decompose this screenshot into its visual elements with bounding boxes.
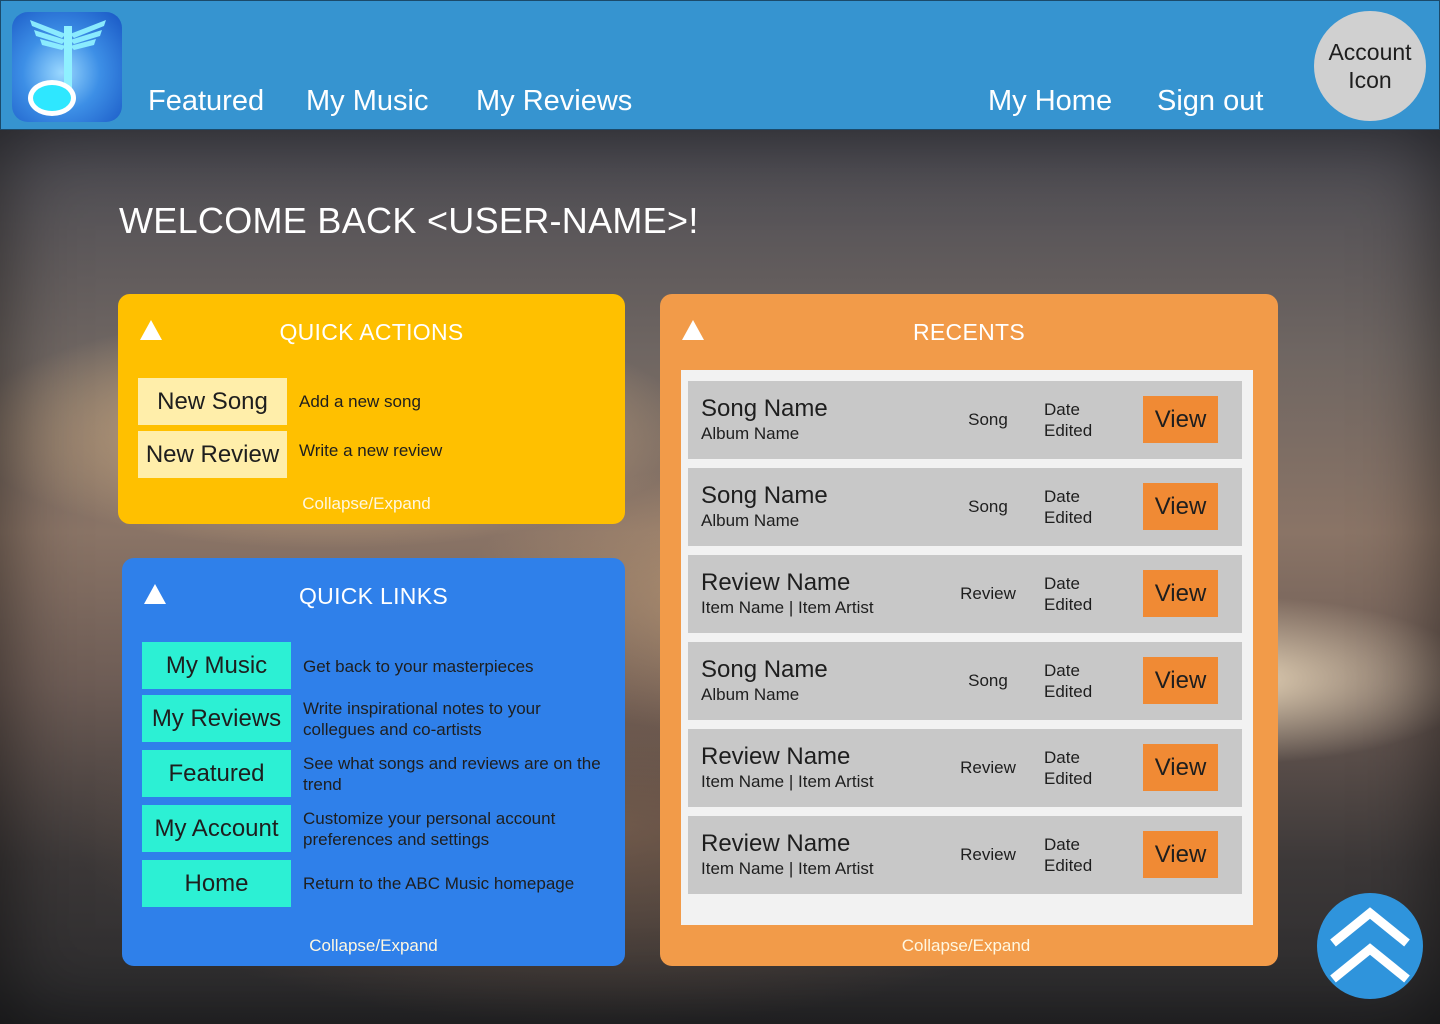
recent-item: Song Name Album Name Song Date Edited Vi… bbox=[688, 642, 1242, 720]
nav-my-home[interactable]: My Home bbox=[988, 85, 1112, 118]
new-review-description: Write a new review bbox=[299, 441, 443, 460]
quick-link-description: See what songs and reviews are on the tr… bbox=[303, 754, 601, 794]
recent-item-date: Date Edited bbox=[1044, 487, 1093, 527]
quick-link-my-reviews[interactable]: My Reviews bbox=[142, 695, 291, 742]
quick-link-description: Write inspirational notes to your colleg… bbox=[303, 699, 541, 739]
quick-link-description: Return to the ABC Music homepage bbox=[303, 874, 575, 893]
recent-item-title: Song Name bbox=[701, 395, 828, 422]
recent-item-type: Song bbox=[968, 671, 1008, 690]
recent-item-title: Review Name bbox=[701, 830, 851, 857]
quick-link-description: Get back to your masterpieces bbox=[303, 657, 534, 676]
quick-actions-title: QUICK ACTIONS bbox=[279, 319, 464, 345]
recents-list: Song Name Album Name Song Date Edited Vi… bbox=[681, 370, 1253, 925]
recent-item-subtitle: Album Name bbox=[701, 685, 800, 704]
recent-item-title: Review Name bbox=[701, 569, 851, 596]
quick-link-my-account[interactable]: My Account bbox=[142, 805, 291, 852]
double-chevron-up-icon bbox=[1330, 907, 1410, 983]
nav-my-reviews[interactable]: My Reviews bbox=[476, 85, 632, 118]
nav-sign-out[interactable]: Sign out bbox=[1157, 85, 1263, 118]
recent-item-date: Date Edited bbox=[1044, 400, 1093, 440]
top-navigation-bar: Featured My Music My Reviews My Home Sig… bbox=[0, 0, 1440, 130]
quick-link-featured[interactable]: Featured bbox=[142, 750, 291, 797]
recent-item-type: Song bbox=[968, 410, 1008, 429]
recent-item-subtitle: Album Name bbox=[701, 424, 800, 443]
recent-item-type: Song bbox=[968, 497, 1008, 516]
recent-item: Review Name Item Name | Item Artist Revi… bbox=[688, 555, 1242, 633]
view-button[interactable]: View bbox=[1143, 744, 1218, 791]
recent-item: Song Name Album Name Song Date Edited Vi… bbox=[688, 381, 1242, 459]
quick-link-home[interactable]: Home bbox=[142, 860, 291, 907]
quick-links-collapse-expand[interactable]: Collapse/Expand bbox=[122, 936, 625, 956]
quick-actions-panel: QUICK ACTIONS New Song Add a new song Ne… bbox=[118, 294, 625, 524]
recent-item-date: Date Edited bbox=[1044, 748, 1093, 788]
new-song-description: Add a new song bbox=[299, 392, 421, 411]
scroll-to-top-button[interactable] bbox=[1317, 893, 1423, 999]
view-button[interactable]: View bbox=[1143, 657, 1218, 704]
app-logo-icon[interactable] bbox=[12, 12, 122, 122]
nav-featured[interactable]: Featured bbox=[148, 85, 264, 118]
view-button[interactable]: View bbox=[1143, 396, 1218, 443]
recent-item-subtitle: Item Name | Item Artist bbox=[701, 772, 874, 791]
recent-item-title: Review Name bbox=[701, 743, 851, 770]
recent-item-type: Review bbox=[960, 758, 1016, 777]
view-button[interactable]: View bbox=[1143, 831, 1218, 878]
quick-link-description: Customize your personal account preferen… bbox=[303, 809, 556, 849]
recent-item-subtitle: Item Name | Item Artist bbox=[701, 598, 874, 617]
new-song-button[interactable]: New Song bbox=[138, 378, 287, 425]
recents-title: RECENTS bbox=[912, 319, 1025, 345]
recent-item-type: Review bbox=[960, 584, 1016, 603]
recents-panel: RECENTS Song Name Album Name Song Date E… bbox=[660, 294, 1278, 966]
recent-item-title: Song Name bbox=[701, 482, 828, 509]
recent-item-date: Date Edited bbox=[1044, 661, 1093, 701]
recent-item: Song Name Album Name Song Date Edited Vi… bbox=[688, 468, 1242, 546]
recent-item-subtitle: Album Name bbox=[701, 511, 800, 530]
view-button[interactable]: View bbox=[1143, 570, 1218, 617]
recent-item-title: Song Name bbox=[701, 656, 828, 683]
recent-item-date: Date Edited bbox=[1044, 835, 1093, 875]
quick-links-panel: QUICK LINKS My Music Get back to your ma… bbox=[122, 558, 625, 966]
recent-item: Review Name Item Name | Item Artist Revi… bbox=[688, 729, 1242, 807]
quick-links-title: QUICK LINKS bbox=[298, 583, 448, 609]
recent-item-date: Date Edited bbox=[1044, 574, 1093, 614]
recent-item-subtitle: Item Name | Item Artist bbox=[701, 859, 874, 878]
recents-collapse-expand[interactable]: Collapse/Expand bbox=[657, 936, 1275, 956]
recent-item: Review Name Item Name | Item Artist Revi… bbox=[688, 816, 1242, 894]
welcome-heading: WELCOME BACK <USER-NAME>! bbox=[119, 200, 699, 241]
new-review-button[interactable]: New Review bbox=[138, 431, 287, 478]
view-button[interactable]: View bbox=[1143, 483, 1218, 530]
account-icon[interactable]: Account Icon bbox=[1314, 11, 1426, 121]
quick-link-my-music[interactable]: My Music bbox=[142, 642, 291, 689]
recent-item-type: Review bbox=[960, 845, 1016, 864]
nav-my-music[interactable]: My Music bbox=[306, 85, 428, 118]
quick-actions-collapse-expand[interactable]: Collapse/Expand bbox=[113, 494, 620, 514]
